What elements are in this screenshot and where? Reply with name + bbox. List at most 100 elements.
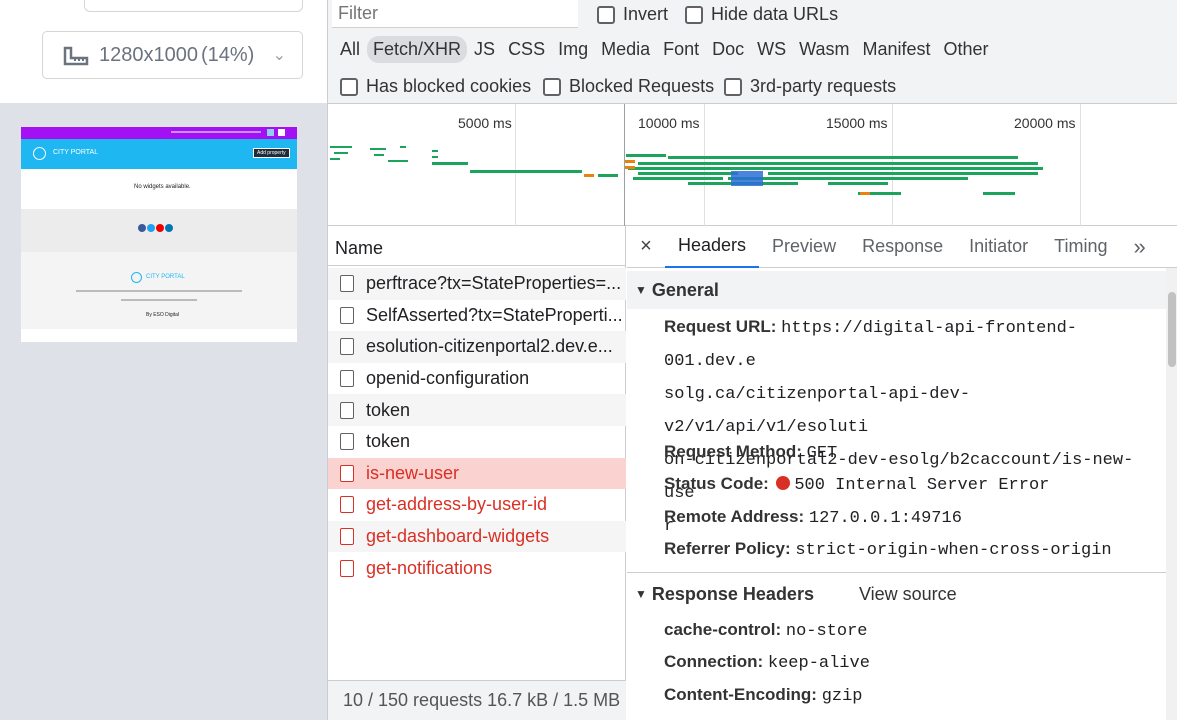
type-filter-all[interactable]: All: [334, 36, 366, 63]
youtube-icon: [156, 224, 164, 232]
type-filter-ws[interactable]: WS: [751, 36, 792, 63]
request-row[interactable]: get-notifications: [328, 552, 626, 584]
type-filter-font[interactable]: Font: [657, 36, 705, 63]
tab-response[interactable]: Response: [849, 226, 956, 268]
checkbox-box[interactable]: [724, 77, 742, 96]
thumb-brand: CITY PORTAL: [53, 149, 99, 156]
request-name: get-notifications: [366, 557, 493, 578]
thumb-logo-icon: [33, 147, 46, 160]
blocked-requests-label: Blocked Requests: [569, 76, 715, 96]
request-row[interactable]: perftrace?tx=StateProperties=...: [328, 268, 626, 300]
request-row[interactable]: openid-configuration: [328, 363, 626, 395]
tab-preview[interactable]: Preview: [759, 226, 849, 268]
tab-headers[interactable]: Headers: [665, 226, 760, 268]
request-url-value: solg.ca/citizenportal-api-dev-v2/v1/api/…: [664, 385, 971, 437]
request-row[interactable]: token: [328, 394, 626, 426]
request-file-icon: [340, 401, 354, 419]
type-filter-media[interactable]: Media: [595, 36, 656, 63]
scrollbar-thumb[interactable]: [1168, 292, 1176, 367]
request-file-icon: [340, 370, 354, 388]
request-method-value: GET: [806, 444, 838, 463]
blocked-requests-checkbox[interactable]: Blocked Requests: [543, 76, 714, 97]
thumb-text-line: [171, 131, 261, 133]
request-file-icon: [340, 464, 354, 482]
error-status-icon: [775, 476, 790, 490]
third-party-label: 3rd-party requests: [750, 76, 897, 96]
type-filter-doc[interactable]: Doc: [706, 36, 750, 63]
chevron-down-icon: ⌄: [272, 47, 286, 64]
type-filter-manifest[interactable]: Manifest: [857, 36, 937, 63]
response-header-label: Content-Encoding:: [664, 685, 817, 704]
request-row[interactable]: esolution-citizenportal2.dev.e...: [328, 331, 626, 363]
checkbox-box[interactable]: [543, 77, 561, 96]
request-file-icon: [340, 306, 354, 324]
device-size-button[interactable]: 1280x1000 (14%) ⌄: [42, 31, 303, 79]
third-party-checkbox[interactable]: 3rd-party requests: [724, 76, 896, 97]
response-headers-title: Response Headers: [651, 583, 814, 604]
thumb-icon: [278, 129, 285, 136]
response-header-value: no-store: [785, 622, 868, 641]
response-header-value: gzip: [821, 687, 863, 706]
device-preview-panel: 1280x1000 (14%) ⌄ CITY PORTAL Add proper…: [0, 0, 327, 720]
type-filter-other[interactable]: Other: [938, 36, 995, 63]
status-bar: 10 / 150 requests 16.7 kB / 1.5 MB: [328, 680, 626, 720]
network-panel: Invert Hide data URLs AllFetch/XHRJSCSSI…: [327, 0, 1177, 720]
details-scrollbar[interactable]: [1166, 268, 1177, 720]
type-filter-fetch-xhr[interactable]: Fetch/XHR: [367, 36, 468, 63]
request-method-row: Request Method: GET: [664, 436, 1154, 469]
request-file-icon: [340, 559, 354, 577]
network-overview-timeline[interactable]: 5000 ms 10000 ms 15000 ms 20000 ms: [328, 104, 1177, 226]
request-name: esolution-citizenportal2.dev.e...: [366, 336, 613, 357]
request-name: SelfAsserted?tx=StateProperti...: [366, 304, 623, 325]
request-row[interactable]: SelfAsserted?tx=StateProperti...: [328, 300, 626, 332]
tab-timing[interactable]: Timing: [1041, 226, 1120, 268]
type-filter-css[interactable]: CSS: [502, 36, 551, 63]
has-blocked-cookies-checkbox[interactable]: Has blocked cookies: [340, 76, 531, 97]
request-name: perftrace?tx=StateProperties=...: [366, 273, 622, 294]
request-file-icon: [340, 275, 354, 293]
more-tabs-icon[interactable]: »: [1121, 226, 1159, 268]
filter-input[interactable]: [332, 0, 578, 28]
request-row[interactable]: token: [328, 426, 626, 458]
checkbox-box[interactable]: [685, 5, 703, 24]
details-tabbar: × Headers Preview Response Initiator Tim…: [627, 226, 1177, 268]
response-header-value: keep-alive: [767, 654, 870, 673]
type-filter-js[interactable]: JS: [468, 36, 501, 63]
type-filter-img[interactable]: Img: [552, 36, 594, 63]
device-dropdown-top[interactable]: [84, 0, 303, 12]
request-name: openid-configuration: [366, 368, 530, 389]
request-name: get-dashboard-widgets: [366, 526, 550, 547]
view-source-link[interactable]: View source: [859, 584, 957, 605]
checkbox-box[interactable]: [597, 5, 615, 24]
invert-checkbox[interactable]: Invert: [597, 4, 668, 25]
collapse-triangle-icon: ▼: [635, 283, 647, 297]
request-row[interactable]: is-new-user: [328, 457, 626, 490]
general-section-header[interactable]: ▼ General: [627, 271, 1167, 309]
response-header-label: cache-control:: [664, 620, 782, 639]
request-row[interactable]: get-address-by-user-id: [328, 489, 626, 521]
page-thumbnail[interactable]: CITY PORTAL Add property No widgets avai…: [21, 127, 297, 342]
linkedin-icon: [165, 224, 173, 232]
response-header-row: Content-Encoding: gzip: [664, 679, 1154, 712]
twitter-icon: [147, 224, 155, 232]
thumb-add-property-button: Add property: [253, 148, 290, 158]
device-toolbar: 1280x1000 (14%) ⌄: [0, 0, 327, 103]
tab-initiator[interactable]: Initiator: [956, 226, 1041, 268]
remote-address-label: Remote Address:: [664, 507, 805, 526]
type-filter-wasm[interactable]: Wasm: [793, 36, 855, 63]
request-rows: perftrace?tx=StateProperties=... SelfAsse…: [328, 268, 626, 680]
response-header-label: Connection:: [664, 652, 764, 671]
status-code-label: Status Code:: [664, 474, 769, 493]
invert-label: Invert: [623, 4, 669, 24]
close-icon[interactable]: ×: [627, 226, 665, 268]
hide-data-urls-checkbox[interactable]: Hide data URLs: [685, 4, 838, 25]
device-zoom-label: (14%): [200, 43, 255, 66]
thumb-footer-brand: CITY PORTAL: [146, 274, 185, 280]
name-column-header[interactable]: Name: [328, 226, 626, 266]
thumb-text-line: [121, 299, 197, 301]
request-name: token: [366, 431, 411, 452]
response-headers-section-header[interactable]: ▼ Response Headers View source: [627, 575, 1167, 613]
checkbox-box[interactable]: [340, 77, 358, 96]
request-row[interactable]: get-dashboard-widgets: [328, 520, 626, 553]
status-code-row: Status Code: 500 Internal Server Error: [664, 468, 1154, 501]
